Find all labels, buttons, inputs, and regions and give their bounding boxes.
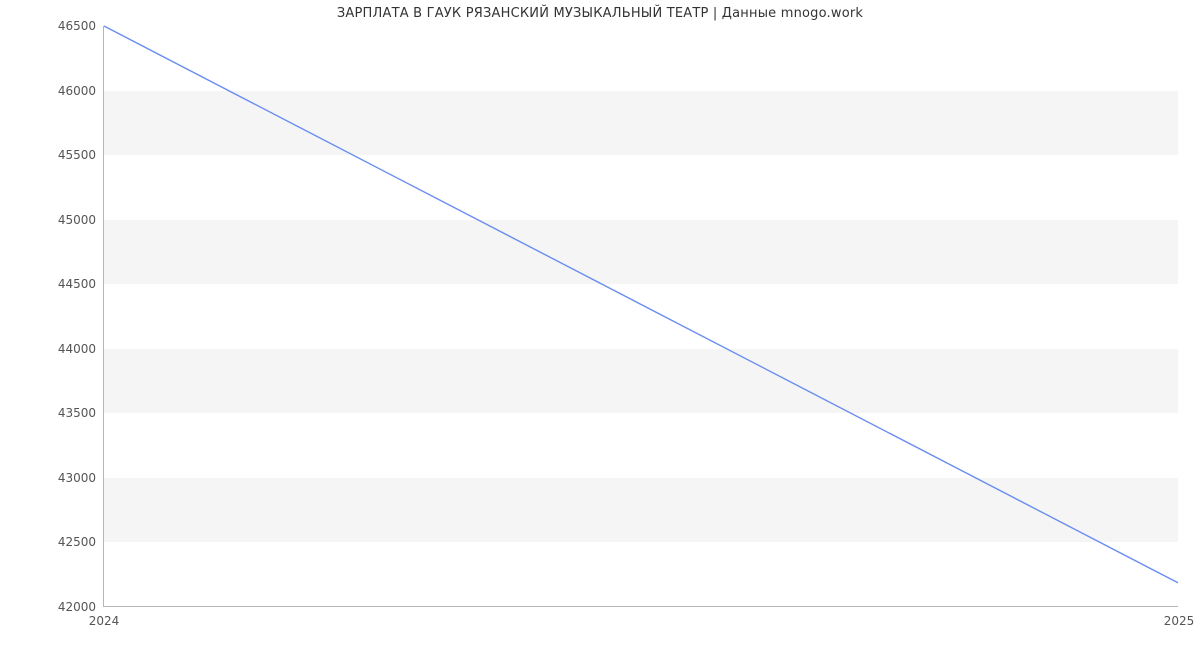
- series-line: [104, 26, 1178, 583]
- y-tick-label: 43500: [58, 406, 104, 420]
- y-tick-label: 46000: [58, 84, 104, 98]
- y-tick-label: 44000: [58, 342, 104, 356]
- x-tick-label: 2024: [89, 606, 120, 628]
- y-tick-label: 43000: [58, 471, 104, 485]
- y-tick-label: 46500: [58, 19, 104, 33]
- line-chart: ЗАРПЛАТА В ГАУК РЯЗАНСКИЙ МУЗЫКАЛЬНЫЙ ТЕ…: [0, 0, 1200, 650]
- plot-area: 4200042500430004350044000445004500045500…: [103, 26, 1178, 607]
- x-tick-label: 2025: [1164, 606, 1195, 628]
- y-tick-label: 44500: [58, 277, 104, 291]
- y-tick-label: 45500: [58, 148, 104, 162]
- line-layer: [104, 26, 1178, 606]
- y-tick-label: 42500: [58, 535, 104, 549]
- chart-title: ЗАРПЛАТА В ГАУК РЯЗАНСКИЙ МУЗЫКАЛЬНЫЙ ТЕ…: [0, 6, 1200, 21]
- y-tick-label: 45000: [58, 213, 104, 227]
